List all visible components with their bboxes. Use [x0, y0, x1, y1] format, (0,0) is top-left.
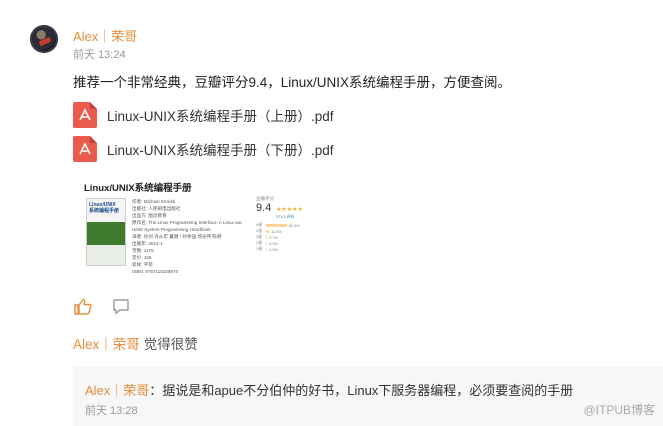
book-cover: Linux/UNIX 系统编程手册	[86, 198, 126, 266]
post-time: 前天 13:24	[73, 49, 126, 61]
comment-text: 据说是和apue不分伯仲的好书，Linux下服务器编程，必须要查阅的手册	[162, 383, 574, 398]
rating-bar-percent: 82.3%	[288, 222, 300, 228]
meta-line: 页数: 1176	[132, 248, 154, 253]
meta-line: UNIX System Programming Handbook	[132, 227, 211, 232]
meta-line: 作者: Michael Kerrisk	[132, 199, 176, 204]
meta-line: 出版社: 人民邮电出版社	[132, 206, 181, 211]
meta-line: 出版年: 2014-1	[132, 241, 163, 246]
book-title: Linux/UNIX系统编程手册	[84, 183, 192, 194]
book-meta: 作者: Michael Kerrisk 出版社: 人民邮电出版社 出品方: 图灵…	[132, 198, 242, 275]
comment-separator: ：	[149, 383, 163, 398]
meta-line: 出品方: 图灵教育	[132, 213, 167, 218]
rating-bar-label: 1星	[256, 246, 263, 251]
rating-bar	[266, 247, 267, 251]
rating-bar	[266, 229, 269, 233]
comment-time: 前天 13:28	[85, 405, 138, 417]
file-attachment-2[interactable]: Linux-UNIX系统编程手册（下册）.pdf	[73, 136, 334, 162]
likes-text: 觉得很赞	[143, 337, 198, 352]
rating-bar	[266, 223, 287, 227]
meta-line: ISBN: 9787115328670	[132, 269, 179, 274]
meta-line: 定价: 158	[132, 255, 152, 260]
comment-bubble-icon[interactable]	[111, 297, 131, 315]
star-rating-icon: ★★★★★	[276, 207, 303, 213]
rating-bar-percent: 0.0%	[269, 246, 279, 252]
rating-bar-percent: 3.7%	[269, 234, 279, 240]
pdf-file-icon	[73, 102, 97, 128]
liker-name[interactable]: Alex｜荣哥	[73, 337, 140, 352]
watermark: @ITPUB博客	[583, 403, 655, 417]
rating-bar-row: 1星 0.0%	[256, 246, 300, 252]
rating-box: 豆瓣评分 9.4 ★★★★★ 271人评价 5星 82.3% 4星 11.8% 3星 3.…	[256, 196, 306, 252]
meta-line: 译者: 孙剑 许从年 董健 / 孙余强 郭光伟 陈舸	[132, 234, 222, 239]
likes-line: Alex｜荣哥 觉得很赞	[73, 333, 198, 353]
file-name[interactable]: Linux-UNIX系统编程手册（下册）.pdf	[107, 139, 334, 159]
comment-box: Alex｜荣哥：据说是和apue不分伯仲的好书，Linux下服务器编程，必须要查…	[73, 367, 663, 426]
cover-text: Linux/UNIX 系统编程手册	[89, 202, 120, 214]
pdf-file-icon	[73, 136, 97, 162]
post-author[interactable]: Alex｜荣哥	[73, 26, 137, 45]
post-text: 推荐一个非常经典，豆瓣评分9.4，Linux/UNIX系统编程手册，方便查阅。	[73, 75, 512, 90]
rating-bars: 5星 82.3% 4星 11.8% 3星 3.7% 2星 0.0% 1星 0.0%	[256, 222, 300, 252]
meta-line: 装帧: 平装	[132, 262, 153, 267]
rating-bar	[266, 235, 267, 239]
comment-line: Alex｜荣哥：据说是和apue不分伯仲的好书，Linux下服务器编程，必须要查…	[85, 380, 573, 399]
post-actions	[73, 297, 131, 315]
rating-count: 271人评价	[276, 214, 295, 219]
file-name[interactable]: Linux-UNIX系统编程手册（上册）.pdf	[107, 105, 334, 125]
meta-line: 原作名: The Linux Programming Interface: A …	[132, 220, 242, 225]
file-attachment-1[interactable]: Linux-UNIX系统编程手册（上册）.pdf	[73, 102, 334, 128]
commenter-name[interactable]: Alex｜荣哥	[85, 383, 149, 398]
author-avatar[interactable]	[30, 25, 58, 53]
book-info-image[interactable]: Linux/UNIX系统编程手册 Linux/UNIX 系统编程手册 作者: M…	[84, 178, 308, 274]
thumbs-up-icon[interactable]	[73, 297, 93, 315]
rating-bar-percent: 11.8%	[270, 228, 282, 234]
rating-bar-percent: 0.0%	[269, 240, 279, 246]
rating-bar	[266, 241, 267, 245]
